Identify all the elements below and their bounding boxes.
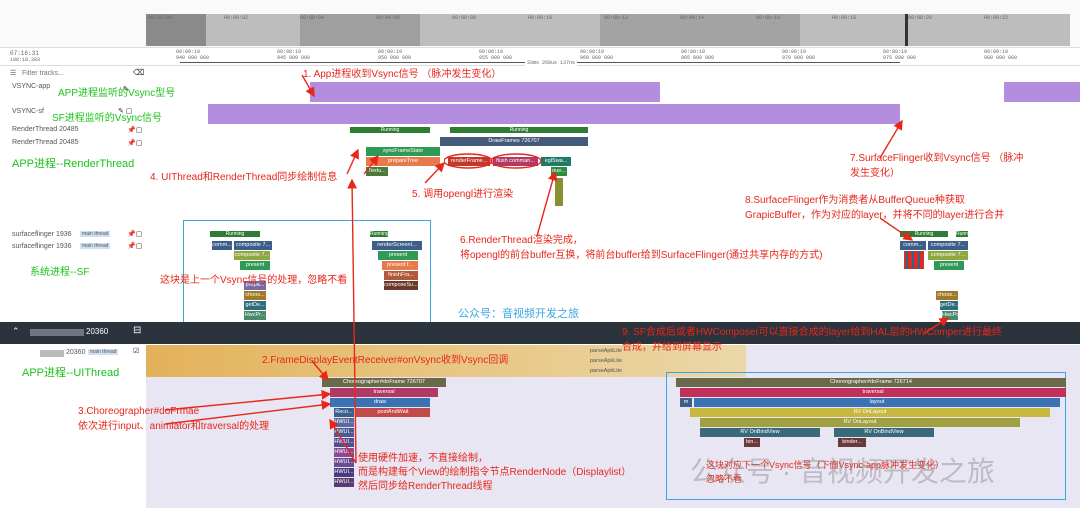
annotation-arrows xyxy=(164,74,950,464)
